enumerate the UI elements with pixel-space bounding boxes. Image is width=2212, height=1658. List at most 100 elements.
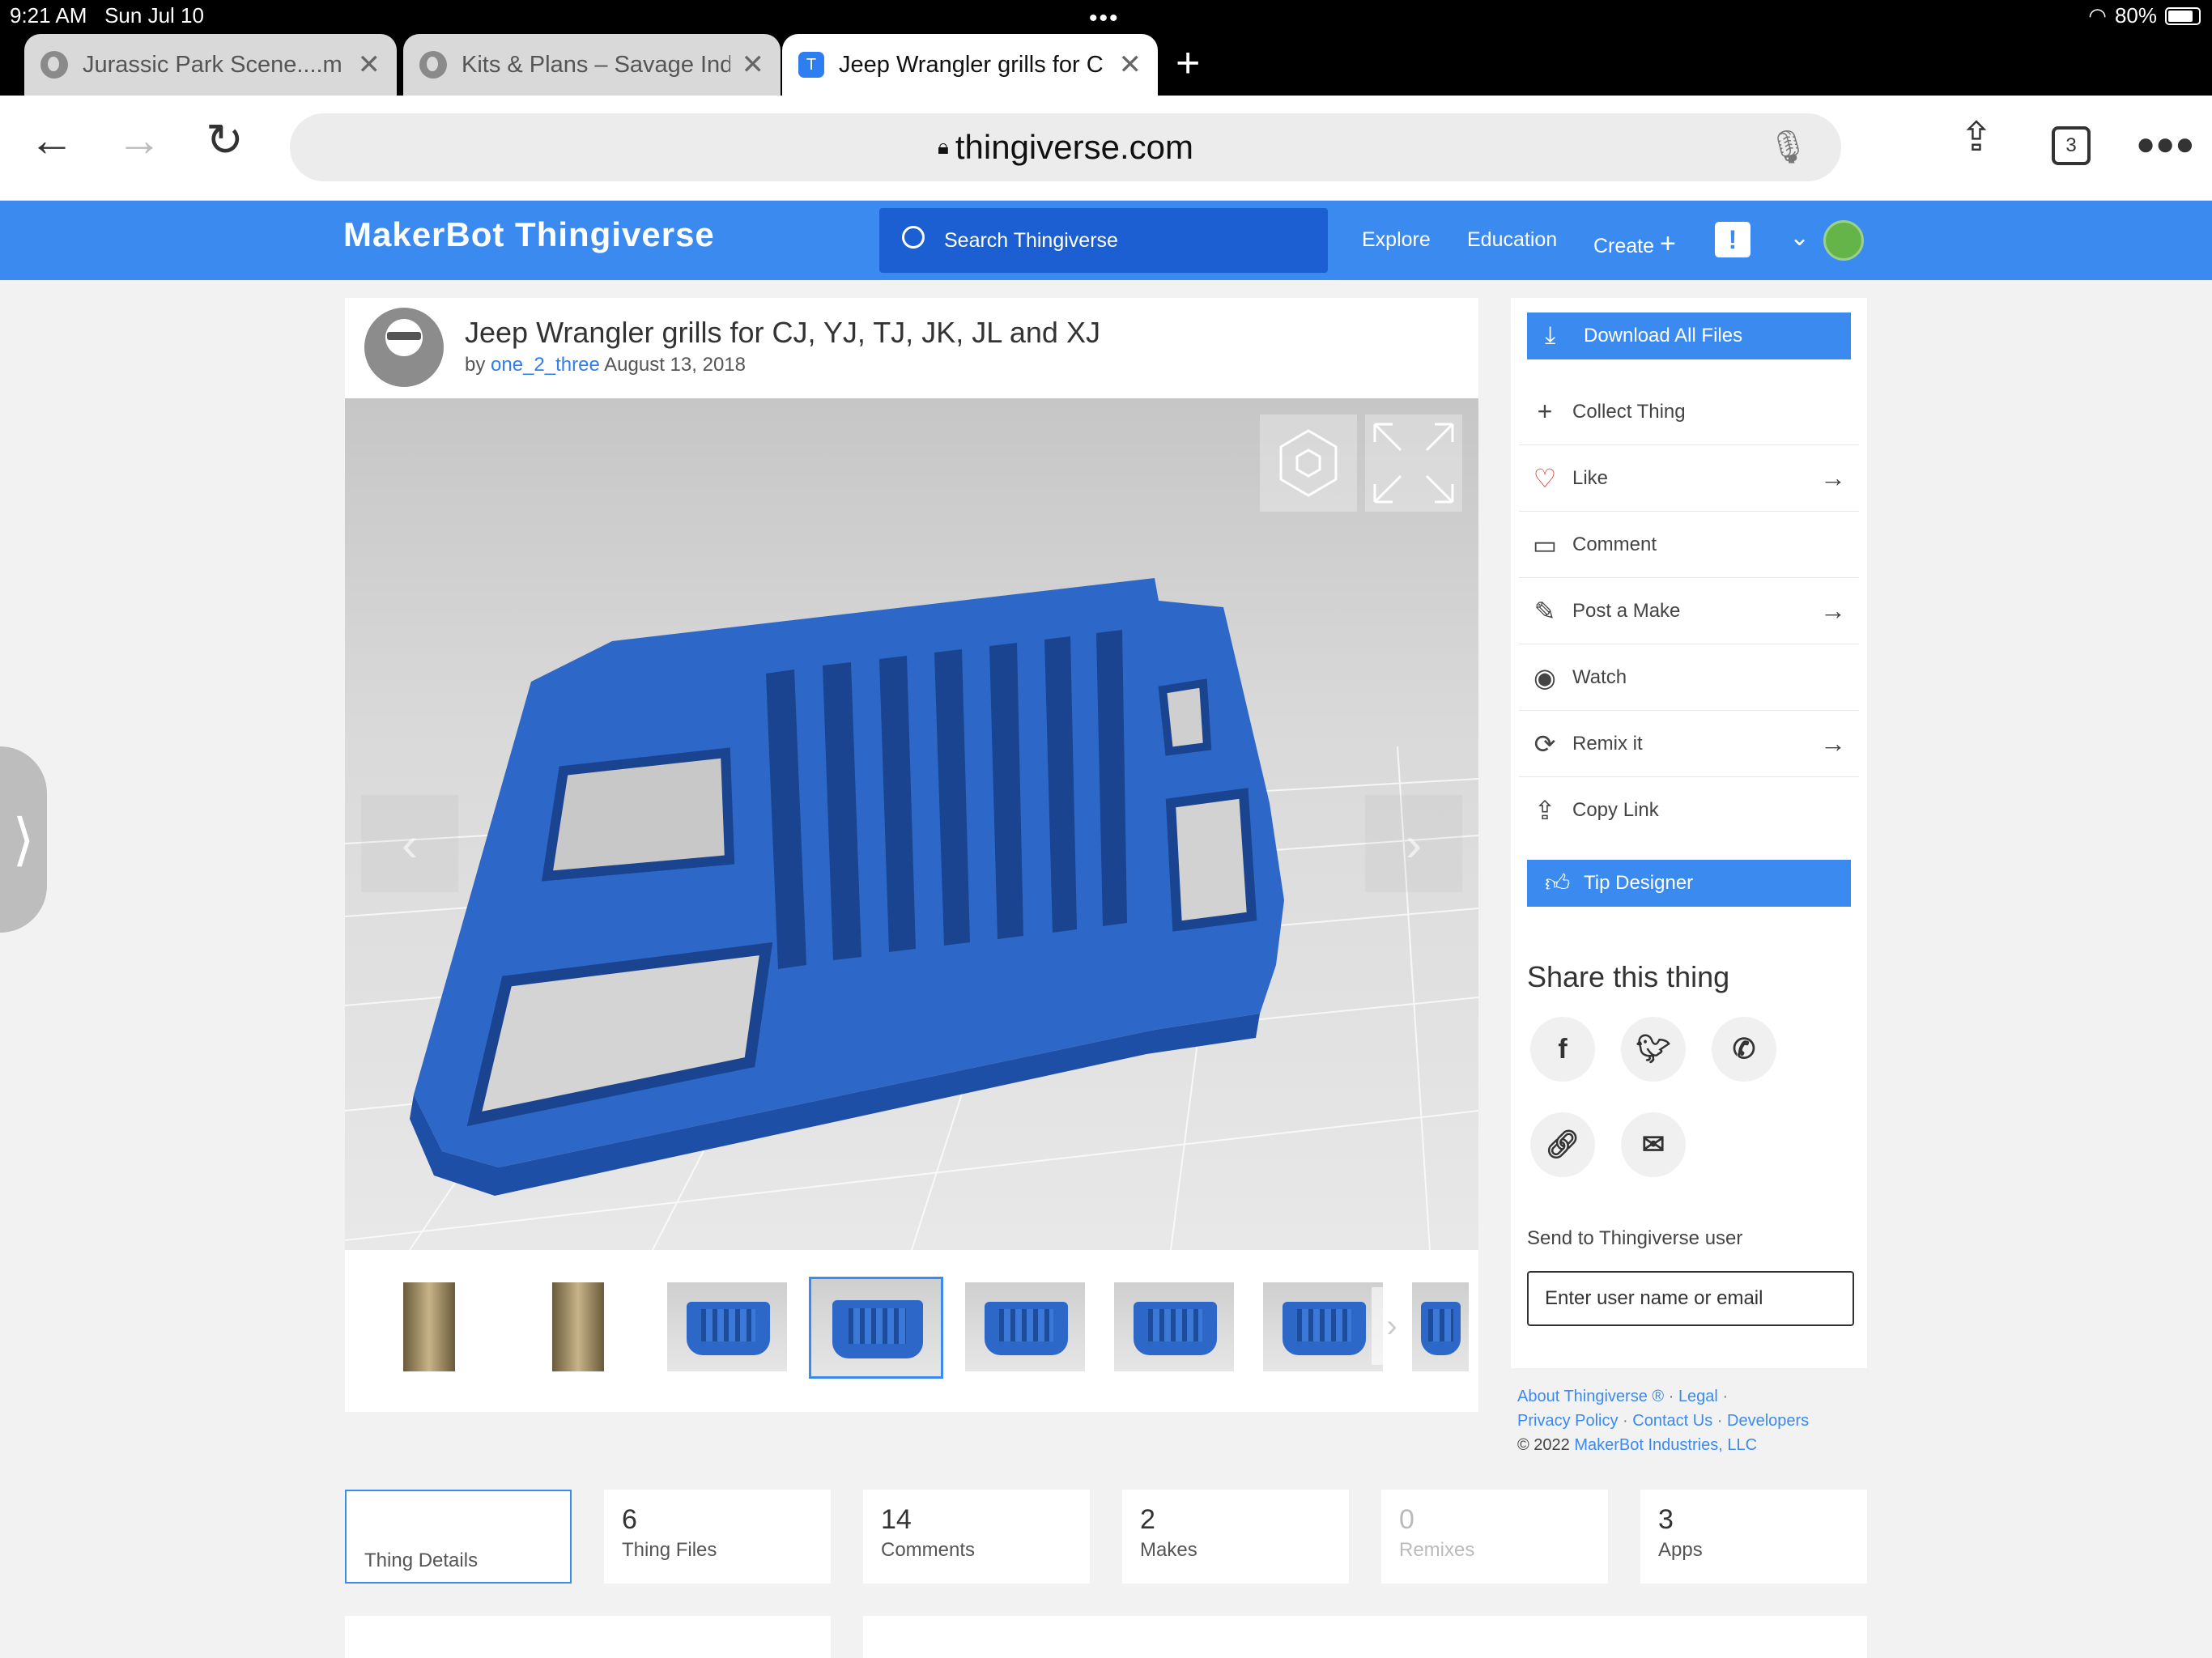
- forward-arrow-icon[interactable]: →: [117, 113, 162, 166]
- footer-privacy-link[interactable]: Privacy Policy: [1517, 1412, 1618, 1430]
- summary-card: [345, 1616, 831, 1658]
- back-arrow-icon[interactable]: ←: [29, 113, 74, 166]
- send-to-user-input[interactable]: [1527, 1271, 1854, 1326]
- tab-apps[interactable]: 3 Apps: [1640, 1490, 1867, 1584]
- whatsapp-icon: ✆: [1732, 1034, 1756, 1065]
- facebook-icon: f: [1558, 1033, 1568, 1065]
- fullscreen-button[interactable]: [1365, 414, 1462, 512]
- tab-comments[interactable]: 14 Comments: [863, 1490, 1090, 1584]
- facebook-share-button[interactable]: f: [1530, 1017, 1595, 1082]
- whatsapp-share-button[interactable]: ✆: [1712, 1017, 1776, 1082]
- author-link[interactable]: one_2_three: [491, 354, 600, 376]
- details-card: [863, 1616, 1867, 1658]
- reload-icon[interactable]: ↻: [206, 113, 244, 167]
- share-title: Share this thing: [1527, 960, 1730, 993]
- footer-legal-link[interactable]: Legal: [1678, 1388, 1718, 1405]
- heart-icon: ♡: [1533, 463, 1557, 493]
- eye-icon: ◉: [1534, 662, 1556, 692]
- battery-icon: [2165, 6, 2201, 25]
- footer-contact-link[interactable]: Contact Us: [1632, 1412, 1712, 1430]
- thumbnail-photo[interactable]: [403, 1282, 455, 1371]
- copy-link-button[interactable]: ⇪ Copy Link: [1519, 777, 1859, 844]
- sidebar-handle[interactable]: ⟩: [0, 746, 47, 933]
- address-bar[interactable]: 🔒︎ thingiverse.com 🎙︎: [290, 113, 1841, 181]
- thumbnail-photo[interactable]: [552, 1282, 604, 1371]
- 3d-view-button[interactable]: [1260, 414, 1357, 512]
- tab-overview-button[interactable]: 3: [2052, 126, 2091, 165]
- pencil-icon: ✎: [1534, 596, 1556, 626]
- more-icon[interactable]: ●●●: [2136, 126, 2194, 163]
- jeep-grill-model: [410, 578, 1284, 1196]
- footer-developers-link[interactable]: Developers: [1727, 1412, 1809, 1430]
- tab-kits-plans[interactable]: Kits & Plans – Savage Ind ✕: [403, 34, 781, 96]
- designer-avatar[interactable]: [364, 308, 444, 387]
- wifi-icon: ◠: [2088, 3, 2107, 28]
- microphone-icon[interactable]: 🎙︎: [1767, 128, 1809, 166]
- plus-icon: +: [1660, 228, 1676, 259]
- comment-icon: ▭: [1532, 529, 1558, 559]
- tip-designer-button[interactable]: 👍︎ Tip Designer: [1527, 860, 1851, 907]
- battery-percent: 80%: [2114, 3, 2157, 28]
- twitter-icon: 🐦︎: [1636, 1034, 1671, 1065]
- close-icon[interactable]: ✕: [1119, 49, 1142, 81]
- thumbnail-render[interactable]: [1263, 1282, 1383, 1371]
- lock-icon: 🔒︎: [938, 134, 949, 159]
- footer-about-link[interactable]: About Thingiverse ®: [1517, 1388, 1664, 1405]
- notification-button[interactable]: !: [1715, 222, 1750, 257]
- download-icon: ⤓: [1545, 322, 1556, 349]
- comment-button[interactable]: ▭ Comment: [1519, 512, 1859, 578]
- chevron-down-icon[interactable]: ⌄: [1789, 223, 1810, 252]
- footer-company-link[interactable]: MakerBot Industries, LLC: [1574, 1436, 1757, 1454]
- footer-copyright: © 2022: [1517, 1436, 1570, 1454]
- chevron-left-icon[interactable]: ‹: [361, 795, 458, 892]
- thumbnail-render[interactable]: [1114, 1282, 1234, 1371]
- download-all-button[interactable]: ⤓ Download All Files: [1527, 312, 1851, 359]
- thumbnail-render[interactable]: [1412, 1282, 1469, 1371]
- thumbs-up-icon: 👍︎: [1545, 870, 1571, 897]
- tab-remixes[interactable]: 0 Remixes: [1381, 1490, 1608, 1584]
- close-icon[interactable]: ✕: [742, 49, 765, 81]
- status-right: ◠ 80%: [2088, 3, 2201, 28]
- thingiverse-favicon: T: [798, 52, 824, 78]
- twitter-share-button[interactable]: 🐦︎: [1621, 1017, 1686, 1082]
- thumbnail-next-icon[interactable]: ›: [1372, 1287, 1412, 1365]
- email-share-button[interactable]: ✉: [1621, 1112, 1686, 1177]
- thumbnail-render[interactable]: [667, 1282, 787, 1371]
- arrow-right-icon: →: [1820, 596, 1846, 625]
- watch-button[interactable]: ◉ Watch: [1519, 644, 1859, 711]
- makerbot-thingiverse-logo[interactable]: MakerBot Thingiverse: [343, 215, 715, 254]
- tab-thing-details[interactable]: Thing Details: [345, 1490, 572, 1584]
- share-icon[interactable]: ⇪: [1959, 113, 1993, 160]
- search-box[interactable]: Search Thingiverse: [879, 208, 1328, 273]
- collect-thing-button[interactable]: + Collect Thing: [1519, 379, 1859, 445]
- tab-jeep-wrangler[interactable]: T Jeep Wrangler grills for C ✕: [782, 34, 1158, 96]
- chevron-right-icon[interactable]: ›: [1365, 795, 1462, 892]
- footer-links: About Thingiverse ® · Legal · Privacy Po…: [1517, 1388, 1810, 1454]
- nav-education[interactable]: Education: [1467, 228, 1557, 252]
- arrow-right-icon: →: [1820, 729, 1846, 758]
- status-time: 9:21 AM Sun Jul 10: [10, 3, 204, 28]
- nav-create[interactable]: Create +: [1593, 228, 1676, 260]
- close-icon[interactable]: ✕: [358, 49, 381, 81]
- thumbnail-render[interactable]: [965, 1282, 1085, 1371]
- globe-icon: [419, 51, 447, 79]
- send-to-user-label: Send to Thingiverse user: [1527, 1227, 1743, 1249]
- remix-button[interactable]: ⟳ Remix it →: [1519, 711, 1859, 777]
- multitask-dots[interactable]: •••: [1089, 5, 1120, 32]
- user-avatar[interactable]: [1823, 220, 1864, 261]
- like-button[interactable]: ♡ Like →: [1519, 445, 1859, 512]
- arrow-right-icon: →: [1820, 463, 1846, 492]
- thing-title: Jeep Wrangler grills for CJ, YJ, TJ, JK,…: [465, 316, 1100, 349]
- tab-makes[interactable]: 2 Makes: [1122, 1490, 1349, 1584]
- model-viewer[interactable]: [345, 398, 1478, 1250]
- post-a-make-button[interactable]: ✎ Post a Make →: [1519, 578, 1859, 644]
- upload-icon: ⇪: [1534, 796, 1556, 825]
- tab-thing-files[interactable]: 6 Thing Files: [604, 1490, 831, 1584]
- thumbnail-render-selected[interactable]: [809, 1277, 943, 1379]
- link-share-button[interactable]: 🔗︎: [1530, 1112, 1595, 1177]
- envelope-icon: ✉: [1641, 1129, 1665, 1160]
- nav-explore[interactable]: Explore: [1362, 228, 1431, 252]
- new-tab-button[interactable]: +: [1176, 39, 1200, 87]
- tab-jurassic-park[interactable]: Jurassic Park Scene....m ✕: [24, 34, 397, 96]
- plus-icon: +: [1537, 397, 1553, 426]
